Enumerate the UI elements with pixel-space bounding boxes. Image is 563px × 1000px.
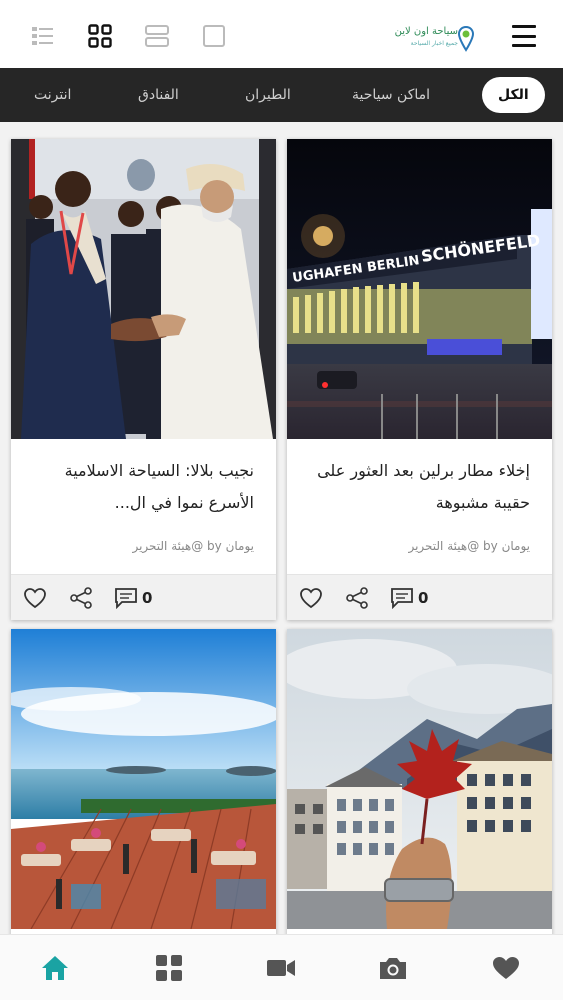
home-icon[interactable] — [40, 953, 70, 983]
grid-icon[interactable] — [154, 953, 184, 983]
tab-hotels[interactable]: الفنادق — [138, 68, 179, 122]
heart-outline-icon[interactable] — [299, 587, 323, 609]
article-title[interactable]: نجيب بلالا: السياحة الاسلامية الأسرع نمو… — [25, 455, 254, 519]
video-icon[interactable] — [266, 953, 296, 983]
article-card[interactable]: نجيب بلالا: السياحة الاسلامية الأسرع نمو… — [11, 139, 276, 620]
list-view-icon[interactable] — [28, 22, 58, 50]
share-icon[interactable] — [69, 587, 93, 609]
article-title[interactable]: إخلاء مطار برلين بعد العثور على حقيبة مش… — [301, 455, 530, 519]
hamburger-menu-icon[interactable] — [512, 25, 536, 47]
article-image[interactable] — [11, 629, 276, 929]
camera-icon[interactable] — [378, 953, 408, 983]
article-card[interactable] — [11, 629, 276, 939]
heart-icon[interactable] — [491, 953, 521, 983]
card-view-icon[interactable] — [142, 22, 172, 50]
article-image[interactable] — [287, 629, 552, 929]
comment-count: 0 — [142, 589, 153, 607]
single-view-icon[interactable] — [199, 22, 229, 50]
article-actions: 0 — [287, 574, 552, 620]
logo-title: سياحة اون لاين — [394, 26, 458, 37]
category-tabs: الكل اماكن سياحية الطيران الفنادق انترنت — [0, 68, 563, 122]
location-pin-icon — [458, 26, 474, 52]
top-header: سياحة اون لاين جميع اخبار السياحة — [0, 0, 563, 68]
bottom-navigation — [0, 934, 563, 1000]
article-image[interactable]: UGHAFEN BERLIN - SCHÖNEFELD — [287, 139, 552, 439]
logo-subtitle: جميع اخبار السياحة — [410, 40, 458, 47]
heart-outline-icon[interactable] — [23, 587, 47, 609]
grid-view-icon[interactable] — [85, 22, 115, 50]
comment-count: 0 — [418, 589, 429, 607]
article-card[interactable]: UGHAFEN BERLIN - SCHÖNEFELD إخلاء مطار ب… — [287, 139, 552, 620]
share-icon[interactable] — [345, 587, 369, 609]
article-card[interactable] — [287, 629, 552, 939]
app-logo[interactable]: سياحة اون لاين جميع اخبار السياحة — [384, 22, 476, 56]
comment-icon[interactable] — [114, 587, 138, 609]
article-author: يومان by @هيئة التحرير — [132, 539, 254, 553]
tab-tourist-places[interactable]: اماكن سياحية — [352, 68, 430, 122]
article-actions: 0 — [11, 574, 276, 620]
article-author: يومان by @هيئة التحرير — [408, 539, 530, 553]
article-image[interactable] — [11, 139, 276, 439]
tab-all[interactable]: الكل — [482, 77, 545, 113]
tab-internet[interactable]: انترنت — [34, 68, 71, 122]
app-screen: سياحة اون لاين جميع اخبار السياحة الكل ا… — [0, 0, 563, 1000]
tab-flights[interactable]: الطيران — [245, 68, 291, 122]
view-mode-switcher — [28, 22, 229, 50]
comment-icon[interactable] — [390, 587, 414, 609]
